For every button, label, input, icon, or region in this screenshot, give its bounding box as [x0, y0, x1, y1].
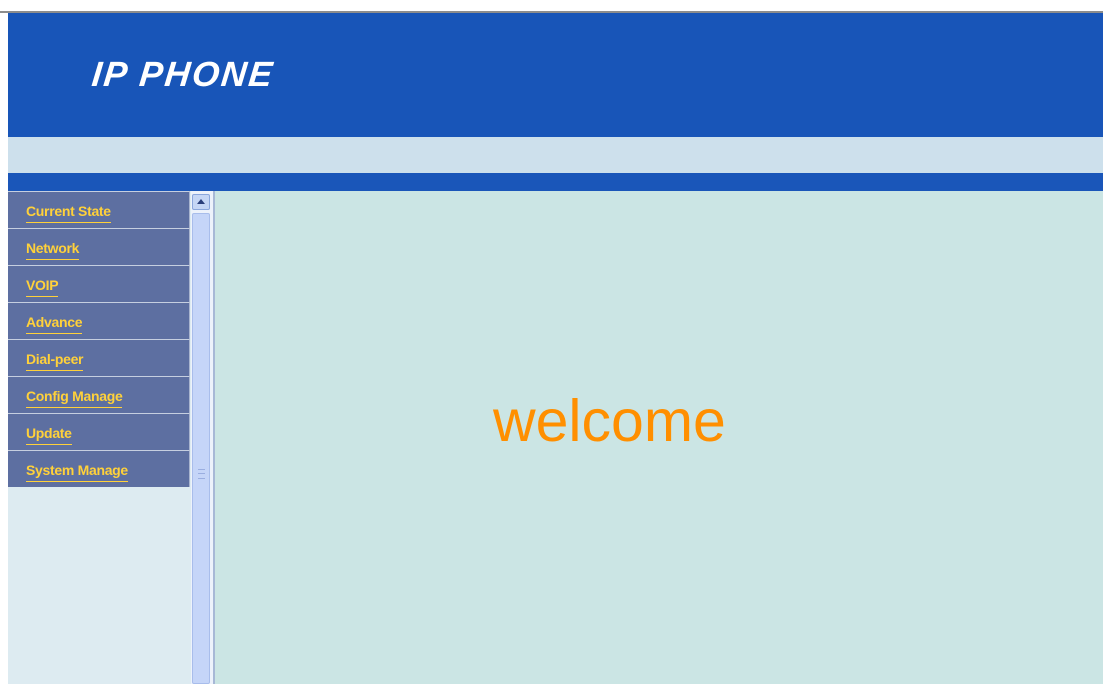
sidebar-item-update[interactable]: Update [8, 413, 190, 450]
sidebar-item-label: VOIP [26, 277, 59, 297]
sidebar-item-label: Config Manage [26, 388, 123, 408]
scrollbar-grip-icon [198, 469, 205, 479]
sidebar-item-system-manage[interactable]: System Manage [8, 450, 190, 487]
welcome-text: welcome [493, 388, 726, 454]
sidebar-item-voip[interactable]: VOIP [8, 265, 190, 302]
main-content: welcome [215, 191, 1103, 684]
sidebar-scrollbar[interactable] [191, 191, 213, 684]
scrollbar-thumb[interactable] [192, 213, 210, 684]
sidebar-item-label: Dial-peer [26, 351, 84, 371]
sidebar-item-network[interactable]: Network [8, 228, 190, 265]
sidebar-item-advance[interactable]: Advance [8, 302, 190, 339]
sidebar-item-dial-peer[interactable]: Dial-peer [8, 339, 190, 376]
header-banner: IP PHONE [8, 13, 1103, 137]
sub-header-bar [8, 137, 1103, 173]
window-top-edge [0, 0, 1103, 11]
sidebar-item-label: Update [26, 425, 72, 445]
header-stripe [8, 173, 1103, 191]
ip-phone-logo: IP PHONE [90, 55, 277, 94]
sidebar-item-current-state[interactable]: Current State [8, 191, 190, 228]
sidebar-item-config-manage[interactable]: Config Manage [8, 376, 190, 413]
sidebar-menu: Current State Network VOIP Advance Dial-… [8, 191, 191, 684]
window-left-edge [0, 13, 8, 684]
sidebar-item-label: Current State [26, 203, 111, 223]
sidebar-item-label: System Manage [26, 462, 128, 482]
sidebar-item-label: Advance [26, 314, 83, 334]
sidebar-item-label: Network [26, 240, 79, 260]
chevron-up-icon[interactable] [192, 194, 210, 210]
